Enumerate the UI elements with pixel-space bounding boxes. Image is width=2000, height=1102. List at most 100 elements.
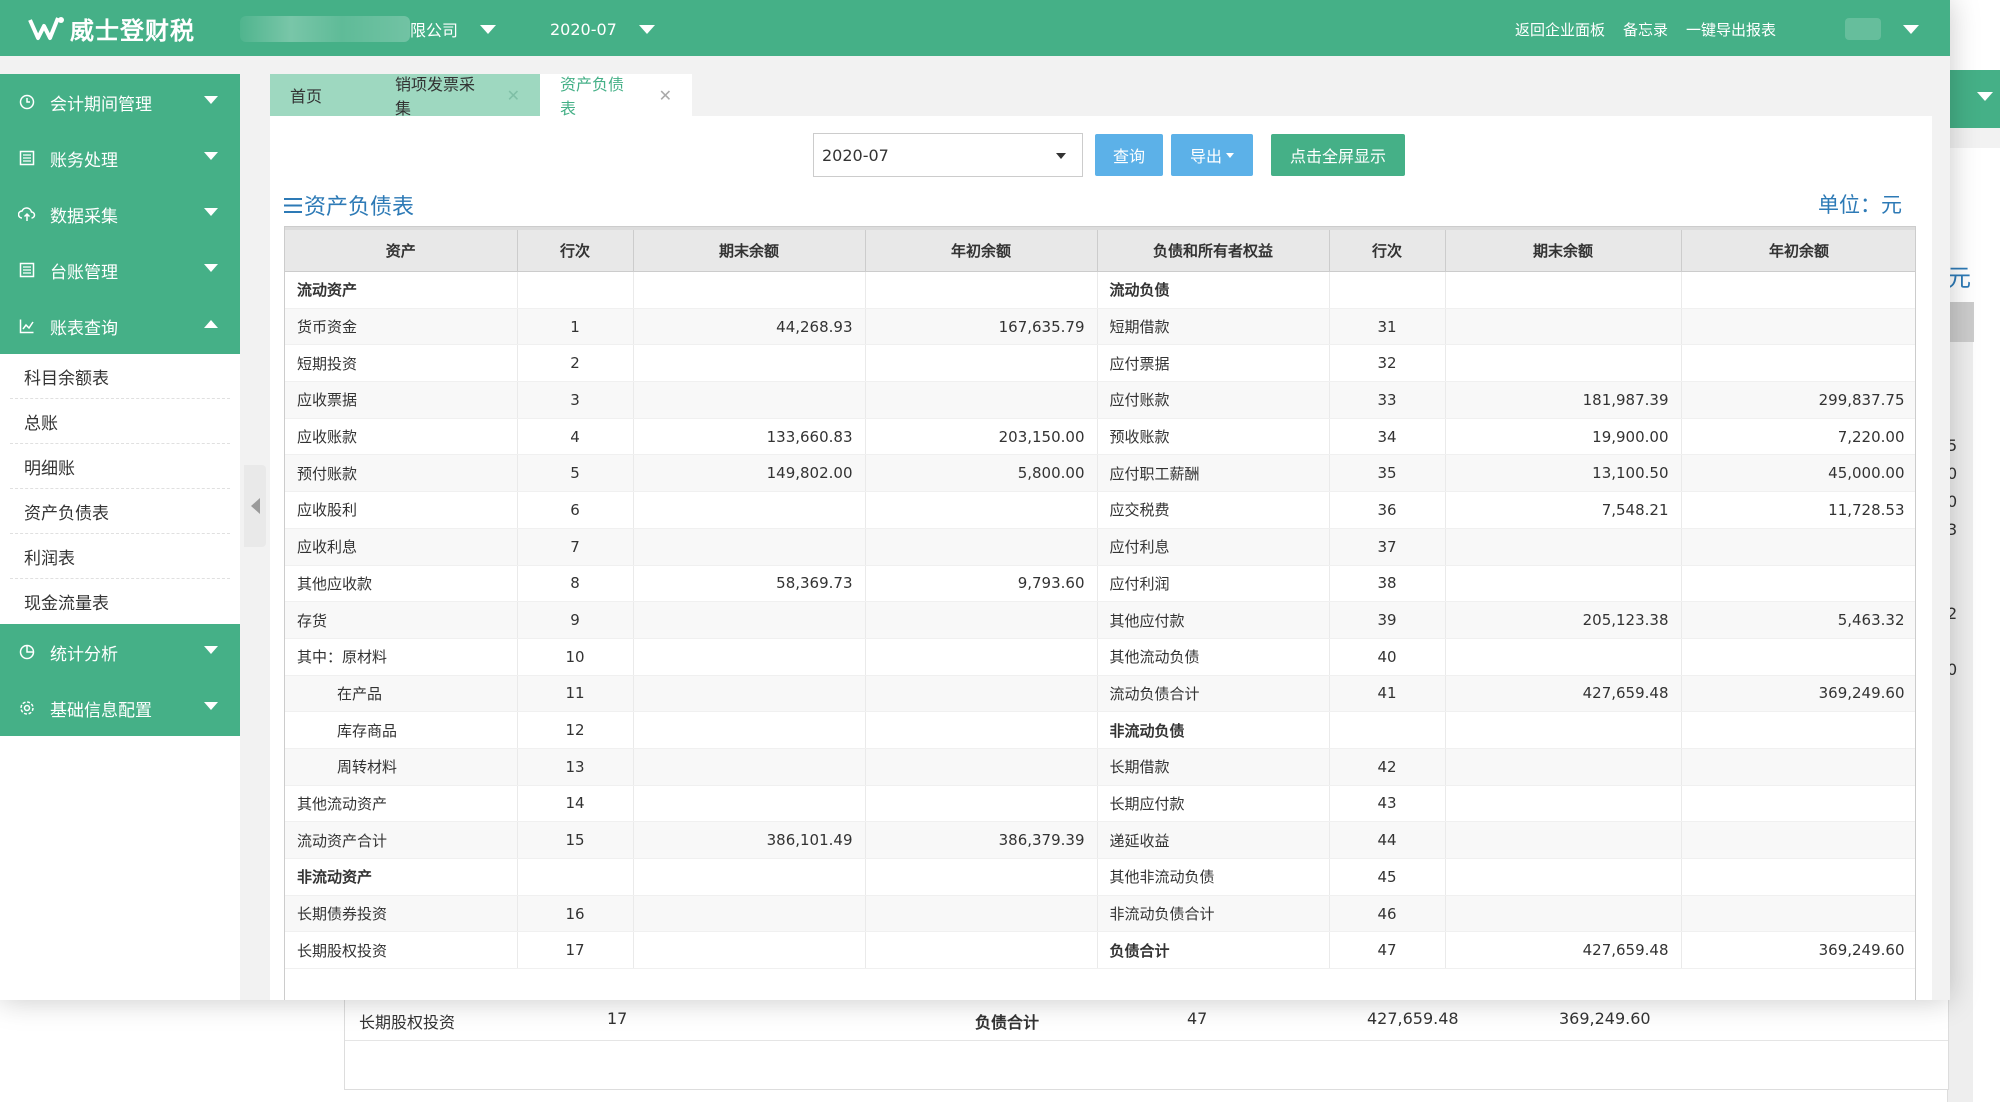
asset-begin-balance-cell: 203,150.00 xyxy=(865,418,1098,456)
period-select[interactable]: 2020-07 xyxy=(813,133,1083,177)
nav-data-collection[interactable]: 数据采集 xyxy=(0,186,240,242)
liability-end-balance-cell xyxy=(1445,748,1682,786)
column-header: 年初余额 xyxy=(1681,227,1915,272)
logo-icon xyxy=(28,17,64,40)
liability-end-balance-cell: 19,900.00 xyxy=(1445,418,1682,456)
asset-name-cell: 应收股利 xyxy=(285,491,518,529)
sidebar-collapse-handle[interactable] xyxy=(244,465,266,547)
sub-item-trial-balance[interactable]: 科目余额表 xyxy=(10,354,230,399)
liability-begin-balance-cell xyxy=(1681,565,1915,603)
liability-name-cell: 应付利息 xyxy=(1097,528,1330,566)
asset-line-cell: 5 xyxy=(517,454,634,493)
nav-statistics[interactable]: 统计分析 xyxy=(0,624,240,680)
pie-chart-icon xyxy=(18,643,36,661)
table-row: 周转材料 13 长期借款 42 xyxy=(285,748,1915,786)
column-header: 行次 xyxy=(517,227,634,272)
company-name-redacted xyxy=(240,16,410,42)
asset-end-balance-cell: 386,101.49 xyxy=(633,821,866,859)
chevron-up-icon xyxy=(204,320,218,328)
nav-report-query[interactable]: 账表查询 xyxy=(0,298,240,354)
liability-name-cell: 非流动负债合计 xyxy=(1097,895,1330,933)
liability-end-balance-cell: 13,100.50 xyxy=(1445,454,1682,493)
report-title-text: 资产负债表 xyxy=(304,195,415,220)
asset-end-balance-cell: 44,268.93 xyxy=(633,308,866,346)
tab-label: 资产负债表 xyxy=(560,75,625,118)
book-icon xyxy=(18,261,36,279)
company-selector[interactable]: 限公司 xyxy=(240,14,497,44)
liability-line-cell xyxy=(1329,271,1446,309)
liability-name-cell: 负债合计 xyxy=(1097,931,1330,970)
report-query-submenu: 科目余额表 总账 明细账 资产负债表 利润表 现金流量表 xyxy=(0,354,240,624)
close-icon[interactable]: ✕ xyxy=(659,86,672,105)
period-label: 2020-07 xyxy=(550,19,617,39)
table-row: 预付账款 5 149,802.00 5,800.00 应付职工薪酬 35 13,100.50… xyxy=(285,454,1915,493)
asset-line-cell: 14 xyxy=(517,785,634,823)
memo-link[interactable]: 备忘录 xyxy=(1623,19,1668,40)
chevron-down-icon xyxy=(204,152,218,160)
sidebar: 会计期间管理 账务处理 数据采集 台账管理 账表查询 科目余额表 总账 明细账 … xyxy=(0,74,240,1000)
asset-end-balance-cell xyxy=(633,271,866,309)
nav-bookkeeping[interactable]: 账务处理 xyxy=(0,130,240,186)
liability-name-cell: 流动负债 xyxy=(1097,271,1330,309)
tab-home[interactable]: 首页 xyxy=(270,74,375,116)
asset-name-cell: 周转材料 xyxy=(285,748,518,786)
asset-end-balance-cell xyxy=(633,895,866,933)
asset-line-cell: 15 xyxy=(517,821,634,859)
sub-item-income-statement[interactable]: 利润表 xyxy=(10,534,230,579)
liability-line-cell: 41 xyxy=(1329,675,1446,713)
tab-balance-sheet[interactable]: 资产负债表 ✕ xyxy=(540,74,692,118)
liability-end-balance-cell: 205,123.38 xyxy=(1445,601,1682,639)
nav-ledger-management[interactable]: 台账管理 xyxy=(0,242,240,298)
close-icon[interactable]: ✕ xyxy=(507,86,520,105)
background-cell: 长期股权投资 xyxy=(359,1013,456,1032)
asset-line-cell: 6 xyxy=(517,491,634,529)
sub-item-detail-ledger[interactable]: 明细账 xyxy=(10,444,230,489)
nav-basic-settings[interactable]: 基础信息配置 xyxy=(0,680,240,736)
asset-line-cell: 8 xyxy=(517,565,634,603)
export-button[interactable]: 导出 xyxy=(1171,134,1253,176)
liability-line-cell: 44 xyxy=(1329,821,1446,859)
liability-begin-balance-cell: 369,249.60 xyxy=(1681,931,1915,970)
period-selector[interactable]: 2020-07 xyxy=(550,14,655,44)
query-button[interactable]: 查询 xyxy=(1095,134,1163,176)
asset-begin-balance-cell xyxy=(865,638,1098,676)
liability-line-cell: 35 xyxy=(1329,454,1446,493)
liability-end-balance-cell xyxy=(1445,638,1682,676)
back-to-dashboard-link[interactable]: 返回企业面板 xyxy=(1515,19,1605,40)
report-title: 资产负债表 xyxy=(284,189,414,221)
column-header: 负债和所有者权益 xyxy=(1097,227,1330,272)
export-reports-link[interactable]: 一键导出报表 xyxy=(1686,19,1776,40)
liability-end-balance-cell: 427,659.48 xyxy=(1445,931,1682,970)
nav-accounting-period[interactable]: 会计期间管理 xyxy=(0,74,240,130)
logo-text: 威士登财税 xyxy=(70,15,195,45)
nav-label: 统计分析 xyxy=(50,644,118,665)
chevron-down-icon xyxy=(1056,153,1066,159)
logo[interactable]: 威士登财税 xyxy=(28,10,195,46)
column-header: 年初余额 xyxy=(865,227,1098,272)
liability-name-cell: 其他流动负债 xyxy=(1097,638,1330,676)
user-menu[interactable] xyxy=(1845,14,1919,44)
background-cell: 369,249.60 xyxy=(1559,1009,1651,1028)
liability-begin-balance-cell xyxy=(1681,785,1915,823)
fullscreen-button[interactable]: 点击全屏显示 xyxy=(1271,134,1405,176)
toolbar: 2020-07 查询 导出 点击全屏显示 xyxy=(813,133,1405,177)
liability-name-cell: 长期借款 xyxy=(1097,748,1330,786)
liability-begin-balance-cell xyxy=(1681,528,1915,566)
sub-item-general-ledger[interactable]: 总账 xyxy=(10,399,230,444)
chevron-down-icon xyxy=(204,702,218,710)
tab-bar: 首页 销项发票采集 ✕ 资产负债表 ✕ xyxy=(270,74,1932,118)
liability-end-balance-cell xyxy=(1445,565,1682,603)
tab-output-invoice[interactable]: 销项发票采集 ✕ xyxy=(375,74,540,118)
fullscreen-button-label: 点击全屏显示 xyxy=(1289,147,1386,166)
liability-end-balance-cell xyxy=(1445,344,1682,383)
sub-item-cash-flow[interactable]: 现金流量表 xyxy=(10,579,230,624)
asset-begin-balance-cell xyxy=(865,858,1098,896)
asset-line-cell: 9 xyxy=(517,601,634,639)
gear-icon xyxy=(18,699,36,717)
sub-item-balance-sheet[interactable]: 资产负债表 xyxy=(10,489,230,534)
asset-name-cell: 长期债券投资 xyxy=(285,895,518,933)
chevron-down-icon xyxy=(204,264,218,272)
liability-name-cell: 流动负债合计 xyxy=(1097,675,1330,713)
liability-name-cell: 应付职工薪酬 xyxy=(1097,454,1330,493)
asset-name-cell: 预付账款 xyxy=(285,454,518,493)
